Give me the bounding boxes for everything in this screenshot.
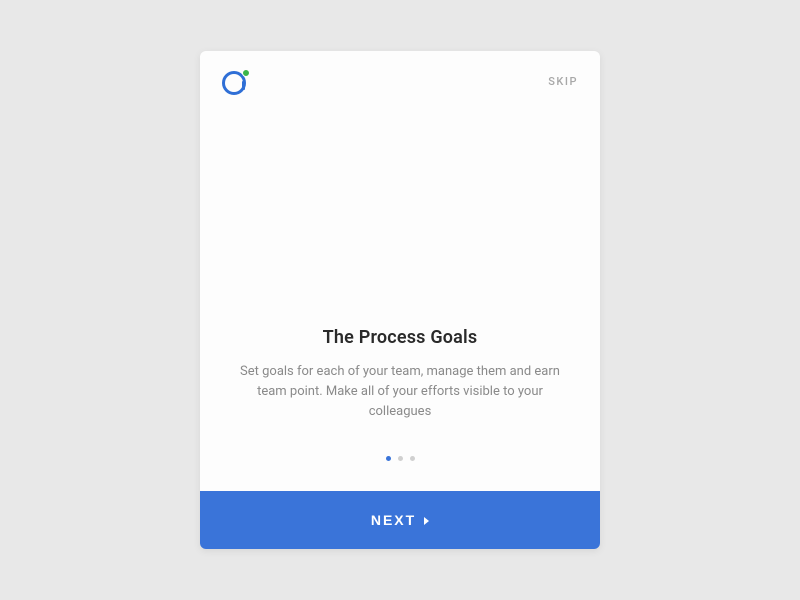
card-content: The Process Goals Set goals for each of …: [200, 97, 600, 446]
next-button[interactable]: NEXT: [200, 491, 600, 549]
pagination-dot[interactable]: [398, 456, 403, 461]
onboarding-card: SKIP The Process Goals Set goals for eac…: [200, 51, 600, 549]
onboarding-title: The Process Goals: [323, 327, 478, 348]
pagination-dot[interactable]: [410, 456, 415, 461]
chevron-right-icon: [424, 517, 429, 525]
pagination-dot[interactable]: [386, 456, 391, 461]
app-logo: [222, 71, 248, 97]
pagination-dots: [200, 446, 600, 491]
onboarding-description: Set goals for each of your team, manage …: [240, 362, 560, 422]
card-header: SKIP: [200, 51, 600, 97]
skip-button[interactable]: SKIP: [548, 71, 578, 88]
logo-dot-icon: [242, 69, 250, 77]
next-button-label: NEXT: [371, 512, 416, 528]
